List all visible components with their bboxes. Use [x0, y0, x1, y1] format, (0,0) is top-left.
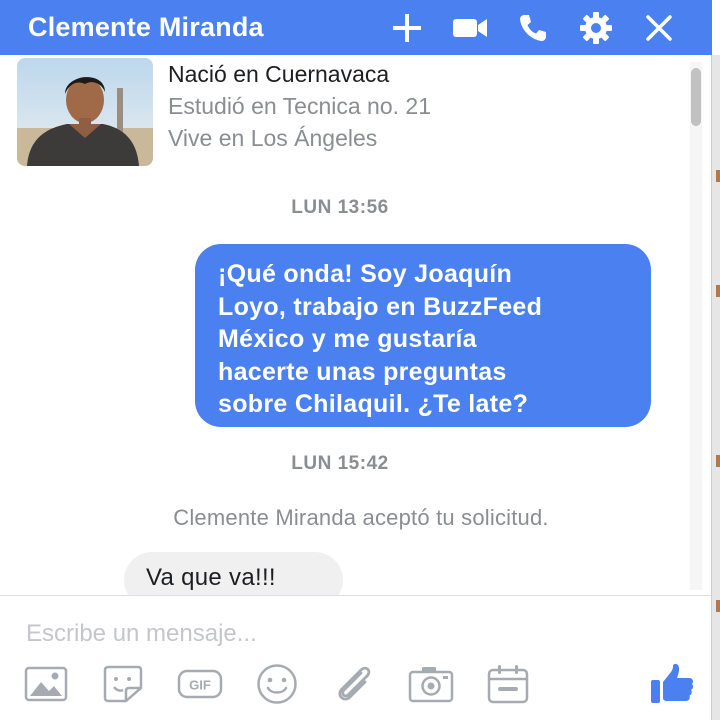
- settings-button[interactable]: [564, 0, 627, 55]
- emoji-icon: [257, 664, 297, 704]
- add-people-icon: [392, 13, 421, 42]
- send-photo-button[interactable]: [22, 662, 70, 706]
- message-line: México y me gustaría: [218, 325, 477, 353]
- message-text: Va que va!!!: [146, 564, 276, 591]
- video-call-button[interactable]: [438, 0, 501, 55]
- gif-icon: GIF: [177, 669, 223, 699]
- outgoing-message-bubble[interactable]: ¡Qué onda! Soy Joaquín Loyo, trabajo en …: [195, 244, 651, 427]
- video-call-icon: [452, 18, 487, 37]
- send-sticker-button[interactable]: [99, 662, 147, 706]
- take-photo-button[interactable]: [407, 662, 455, 706]
- svg-text:GIF: GIF: [189, 678, 211, 693]
- background-mark: [716, 455, 720, 467]
- background-window-edge: [711, 55, 720, 720]
- settings-gear-icon: [579, 11, 612, 44]
- plan-event-button[interactable]: [484, 662, 532, 706]
- camera-icon: [408, 667, 454, 703]
- background-mark: [716, 170, 720, 182]
- background-mark: [716, 285, 720, 297]
- composer-toolbar: GIF: [0, 662, 712, 706]
- attach-file-button[interactable]: [330, 662, 378, 706]
- message-composer: GIF: [0, 595, 712, 720]
- send-gif-button[interactable]: GIF: [176, 662, 224, 706]
- send-like-button[interactable]: [648, 662, 696, 706]
- voice-call-button[interactable]: [501, 0, 564, 55]
- voice-call-icon: [519, 14, 546, 41]
- chat-window: Clemente Miranda Nació en Cuernavaca Est…: [0, 0, 712, 720]
- timestamp-divider: LUN 13:56: [291, 197, 389, 218]
- contact-details: Nació en Cuernavaca Estudió en Tecnica n…: [168, 58, 431, 154]
- close-button[interactable]: [627, 0, 690, 55]
- background-mark: [716, 600, 720, 612]
- calendar-icon: [487, 665, 529, 704]
- like-thumb-icon: [651, 663, 694, 703]
- request-accepted-note: Clemente Miranda aceptó tu solicitud.: [173, 505, 549, 530]
- photo-icon: [24, 666, 68, 702]
- scrollbar-thumb[interactable]: [691, 68, 701, 126]
- avatar: [17, 58, 153, 166]
- message-line: sobre Chilaquil. ¿Te late?: [218, 390, 529, 418]
- contact-profile-photo[interactable]: [17, 58, 153, 166]
- chat-header: Clemente Miranda: [0, 0, 712, 55]
- header-actions: [375, 0, 690, 55]
- attachment-icon: [338, 666, 371, 701]
- message-line: ¡Qué onda! Soy Joaquín: [218, 260, 513, 288]
- birthplace-text: Nació en Cuernavaca: [168, 61, 390, 87]
- sticker-icon: [103, 665, 143, 703]
- message-input[interactable]: [26, 618, 626, 650]
- add-people-button[interactable]: [375, 0, 438, 55]
- education-text: Estudió en Tecnica no. 21: [168, 93, 431, 119]
- message-line: Loyo, trabajo en BuzzFeed: [218, 292, 543, 321]
- close-icon: [645, 14, 672, 41]
- emoji-button[interactable]: [253, 662, 301, 706]
- message-line: hacerte unas preguntas: [218, 357, 507, 386]
- residence-text: Vive en Los Ángeles: [168, 125, 378, 151]
- contact-name[interactable]: Clemente Miranda: [28, 12, 264, 43]
- timestamp-divider: LUN 15:42: [291, 453, 389, 474]
- message-scrollbar[interactable]: [690, 62, 702, 590]
